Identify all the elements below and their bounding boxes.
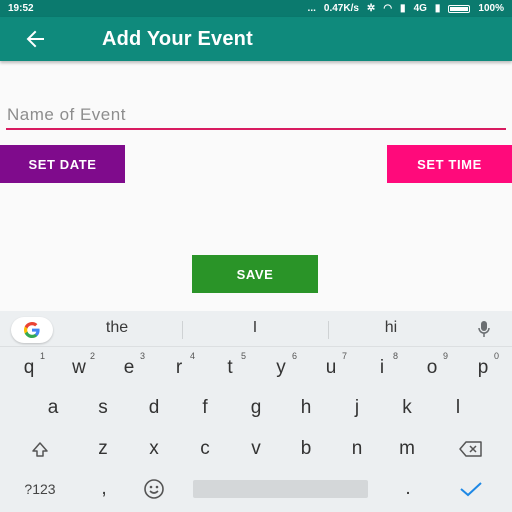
suggestion-2[interactable]: I <box>205 319 305 337</box>
key-x[interactable]: x <box>130 430 178 468</box>
key-o[interactable]: o9 <box>408 349 456 387</box>
set-date-button[interactable]: SET DATE <box>0 145 125 183</box>
key-z[interactable]: z <box>79 430 127 468</box>
app-screen: 19:52 ... 0.47K/s ✲ ◠ ▮ 4G ▮ 100% Add Yo… <box>0 0 512 512</box>
key-s[interactable]: s <box>79 389 127 427</box>
key-hint: 2 <box>89 351 95 361</box>
mic-icon[interactable] <box>476 320 492 338</box>
key-n[interactable]: n <box>333 430 381 468</box>
comma-key[interactable]: , <box>80 470 128 508</box>
key-hint: 4 <box>189 351 195 361</box>
key-label: w <box>72 357 86 378</box>
suggestion-bar: the I hi <box>0 311 512 347</box>
period-key[interactable]: . <box>384 470 432 508</box>
wifi-icon: ◠ <box>383 3 393 14</box>
key-label: y <box>276 357 286 378</box>
status-dots: ... <box>307 3 316 14</box>
key-r[interactable]: r4 <box>155 349 203 387</box>
set-time-button[interactable]: SET TIME <box>387 145 512 183</box>
shift-icon <box>32 442 48 457</box>
key-k[interactable]: k <box>383 389 431 427</box>
enter-key[interactable] <box>447 470 495 508</box>
key-hint: 1 <box>39 351 45 361</box>
emoji-key[interactable] <box>130 470 178 508</box>
key-p[interactable]: p0 <box>459 349 507 387</box>
hotspot-icon: ✲ <box>366 3 376 14</box>
signal-icon-2: ▮ <box>434 3 441 14</box>
back-button[interactable] <box>0 17 80 61</box>
page-title: Add Your Event <box>102 27 253 50</box>
key-t[interactable]: t5 <box>206 349 254 387</box>
key-e[interactable]: e3 <box>105 349 153 387</box>
key-label: q <box>23 357 35 378</box>
signal-icon: ▮ <box>400 3 406 14</box>
key-d[interactable]: d <box>130 389 178 427</box>
key-l[interactable]: l <box>434 389 482 427</box>
backspace-key[interactable] <box>447 430 495 468</box>
google-icon-button[interactable] <box>11 317 53 343</box>
suggestion-3[interactable]: hi <box>341 319 441 337</box>
suggestion-divider <box>328 321 329 339</box>
key-y[interactable]: y6 <box>257 349 305 387</box>
key-c[interactable]: c <box>181 430 229 468</box>
key-hint: 5 <box>240 351 246 361</box>
symbols-key[interactable]: ?123 <box>14 470 66 508</box>
key-h[interactable]: h <box>282 389 330 427</box>
key-label: r <box>175 357 183 378</box>
key-hint: 7 <box>341 351 347 361</box>
key-label: i <box>379 357 385 378</box>
app-bar: Add Your Event <box>0 17 512 61</box>
key-label: e <box>123 357 135 378</box>
save-button[interactable]: SAVE <box>192 255 318 293</box>
key-i[interactable]: i8 <box>358 349 406 387</box>
battery-percent: 100% <box>478 3 504 14</box>
key-v[interactable]: v <box>232 430 280 468</box>
key-q[interactable]: q1 <box>5 349 53 387</box>
key-j[interactable]: j <box>333 389 381 427</box>
status-bar: 19:52 ... 0.47K/s ✲ ◠ ▮ 4G ▮ 100% <box>0 0 512 17</box>
key-hint: 3 <box>139 351 145 361</box>
status-time: 19:52 <box>8 3 34 14</box>
shift-key[interactable] <box>16 430 64 468</box>
key-a[interactable]: a <box>29 389 77 427</box>
space-bar[interactable] <box>193 480 368 498</box>
emoji-icon <box>144 479 164 499</box>
key-hint: 6 <box>291 351 297 361</box>
key-b[interactable]: b <box>282 430 330 468</box>
key-u[interactable]: u7 <box>307 349 355 387</box>
status-indicators: ... 0.47K/s ✲ ◠ ▮ 4G ▮ 100% <box>308 3 504 14</box>
key-hint: 0 <box>493 351 499 361</box>
google-icon <box>24 322 40 338</box>
key-hint: 9 <box>442 351 448 361</box>
key-g[interactable]: g <box>232 389 280 427</box>
arrow-left-icon <box>26 30 44 48</box>
suggestion-divider <box>182 321 183 339</box>
backspace-icon <box>459 441 482 457</box>
network-type: 4G <box>413 3 427 14</box>
suggestion-1[interactable]: the <box>67 319 167 337</box>
network-speed: 0.47K/s <box>323 3 359 14</box>
key-label: u <box>325 357 337 378</box>
key-hint: 8 <box>392 351 398 361</box>
battery-icon <box>448 4 471 13</box>
key-f[interactable]: f <box>181 389 229 427</box>
event-name-input[interactable] <box>6 104 506 130</box>
check-icon <box>460 482 482 497</box>
key-m[interactable]: m <box>383 430 431 468</box>
key-label: o <box>426 357 438 378</box>
keyboard: the I hi q1 w2 e3 r4 t5 y6 u7 i8 o9 p0 a… <box>0 311 512 512</box>
key-label: t <box>227 357 233 378</box>
key-w[interactable]: w2 <box>55 349 103 387</box>
key-label: p <box>477 357 489 378</box>
